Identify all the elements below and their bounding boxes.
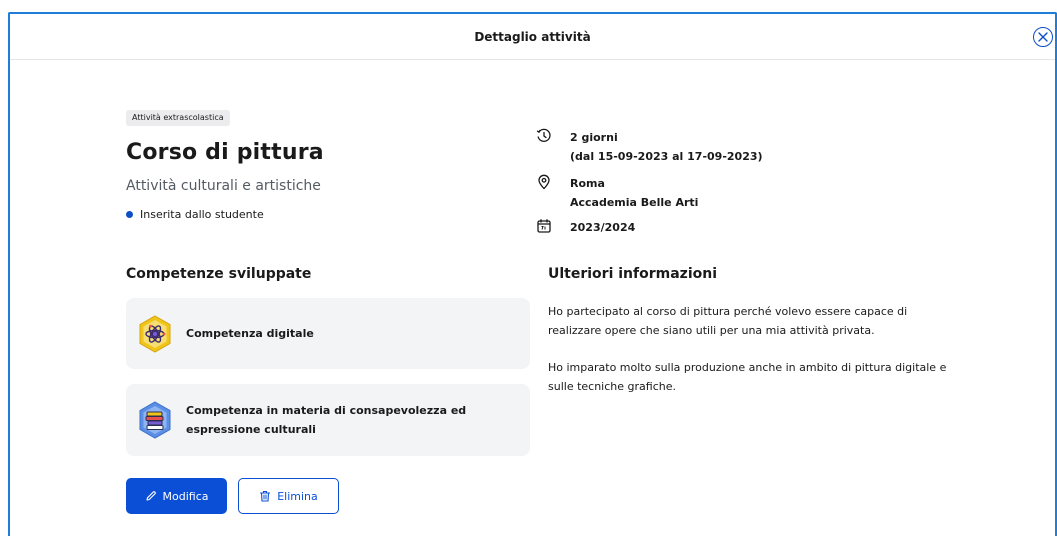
duration-value: 2 giorni <box>570 131 618 144</box>
activity-title: Corso di pittura <box>126 140 324 165</box>
competence-label: Competenza in materia di consapevolezza … <box>186 404 467 436</box>
competences-section-title: Competenze sviluppate <box>126 266 312 282</box>
modal-header: Dettaglio attività <box>10 14 1055 60</box>
activity-category: Attività culturali e artistiche <box>126 178 321 194</box>
activity-detail-modal: Dettaglio attività Attività extrascolast… <box>8 12 1057 536</box>
edit-button[interactable]: Modifica <box>126 478 227 514</box>
info-paragraph: Ho partecipato al corso di pittura perch… <box>548 305 908 337</box>
date-range: (dal 15-09-2023 al 17-09-2023) <box>570 150 763 163</box>
edit-button-label: Modifica <box>162 489 209 503</box>
location-pin-icon <box>538 174 550 190</box>
delete-button-label: Elimina <box>277 489 318 503</box>
trash-icon <box>260 490 271 502</box>
modal-content: Attività extrascolastica Corso di pittur… <box>10 60 1055 536</box>
competence-card: Competenza in materia di consapevolezza … <box>126 384 530 456</box>
inserted-by-label: Inserita dallo studente <box>140 208 264 221</box>
delete-button[interactable]: Elimina <box>238 478 339 514</box>
school-year-value: 2023/2024 <box>570 221 636 234</box>
status-dot-icon <box>126 211 133 218</box>
activity-type-tag: Attività extrascolastica <box>126 110 230 126</box>
location-row: Roma Accademia Belle Arti <box>536 174 698 212</box>
info-paragraph: Ho imparato molto sulla produzione anche… <box>548 361 947 393</box>
school-year-row: 2023/2024 <box>536 218 635 237</box>
location-place: Accademia Belle Arti <box>570 196 699 209</box>
info-section-title: Ulteriori informazioni <box>548 266 717 282</box>
inserted-by-status: Inserita dallo studente <box>126 208 264 221</box>
atom-badge-icon <box>139 314 171 353</box>
calendar-icon <box>537 219 551 233</box>
modal-title: Dettaglio attività <box>474 29 591 44</box>
competence-label: Competenza digitale <box>186 327 314 340</box>
duration-row: 2 giorni (dal 15-09-2023 al 17-09-2023) <box>536 128 763 166</box>
close-icon <box>1038 32 1048 42</box>
close-button[interactable] <box>1033 27 1053 47</box>
location-city: Roma <box>570 177 605 190</box>
pencil-icon <box>145 491 156 501</box>
competence-card: Competenza digitale <box>126 298 530 369</box>
clock-history-icon <box>536 128 551 142</box>
books-badge-icon <box>139 401 171 439</box>
